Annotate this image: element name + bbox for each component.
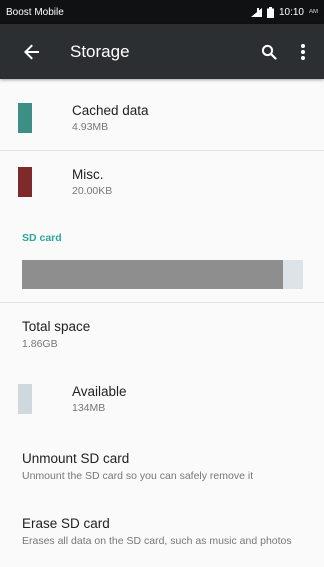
misc-label: Misc. [72,167,104,182]
unmount-sd-card-summary: Unmount the SD card so you can safely re… [22,470,254,482]
cached-data-size: 4.93MB [72,121,109,133]
battery-icon [266,6,274,18]
page-title: Storage [70,41,130,61]
erase-sd-card-item[interactable]: Erase SD card Erases all data on the SD … [22,516,312,548]
cached-data-text: Cached data 4.93MB [72,103,149,133]
total-space-value: 1.86GB [22,338,58,350]
sd-card-used-segment [22,260,284,289]
more-vert-icon[interactable] [292,41,314,63]
available-text: Available 134MB [72,384,127,414]
arrow-back-icon[interactable] [22,42,42,62]
available-swatch [18,384,32,414]
cached-data-label: Cached data [72,103,149,118]
storage-list: Cached data 4.93MB Misc. 20.00KB SD card… [0,79,324,567]
unmount-sd-card-item[interactable]: Unmount SD card Unmount the SD card so y… [22,451,312,483]
misc-size: 20.00KB [72,185,113,197]
sd-card-usage-bar [22,260,303,289]
clock-am-pm: AM [309,9,318,15]
erase-sd-card-summary: Erases all data on the SD card, such as … [22,535,292,547]
storage-item-cached-data[interactable]: Cached data 4.93MB [0,87,324,149]
erase-sd-card-title: Erase SD card [22,516,110,531]
cached-data-swatch [18,103,32,133]
available-size: 134MB [72,402,106,414]
status-icons: 10:10 AM [250,6,318,18]
misc-swatch [18,167,32,197]
search-icon[interactable] [258,41,280,63]
status-bar: Boost Mobile 10:10 AM [0,0,324,24]
total-space-item: Total space 1.86GB [22,319,312,351]
misc-text: Misc. 20.00KB [72,167,112,197]
sd-card-section-header: SD card [22,232,62,244]
unmount-sd-card-title: Unmount SD card [22,451,130,466]
divider [0,302,324,303]
storage-item-misc[interactable]: Misc. 20.00KB [0,151,324,213]
available-label: Available [72,384,127,399]
app-bar: Storage [0,24,324,79]
carrier-name: Boost Mobile [6,6,64,18]
signal-icon [250,7,262,17]
total-space-label: Total space [22,319,91,334]
storage-item-available[interactable]: Available 134MB [0,368,324,430]
clock: 10:10 [278,6,304,18]
